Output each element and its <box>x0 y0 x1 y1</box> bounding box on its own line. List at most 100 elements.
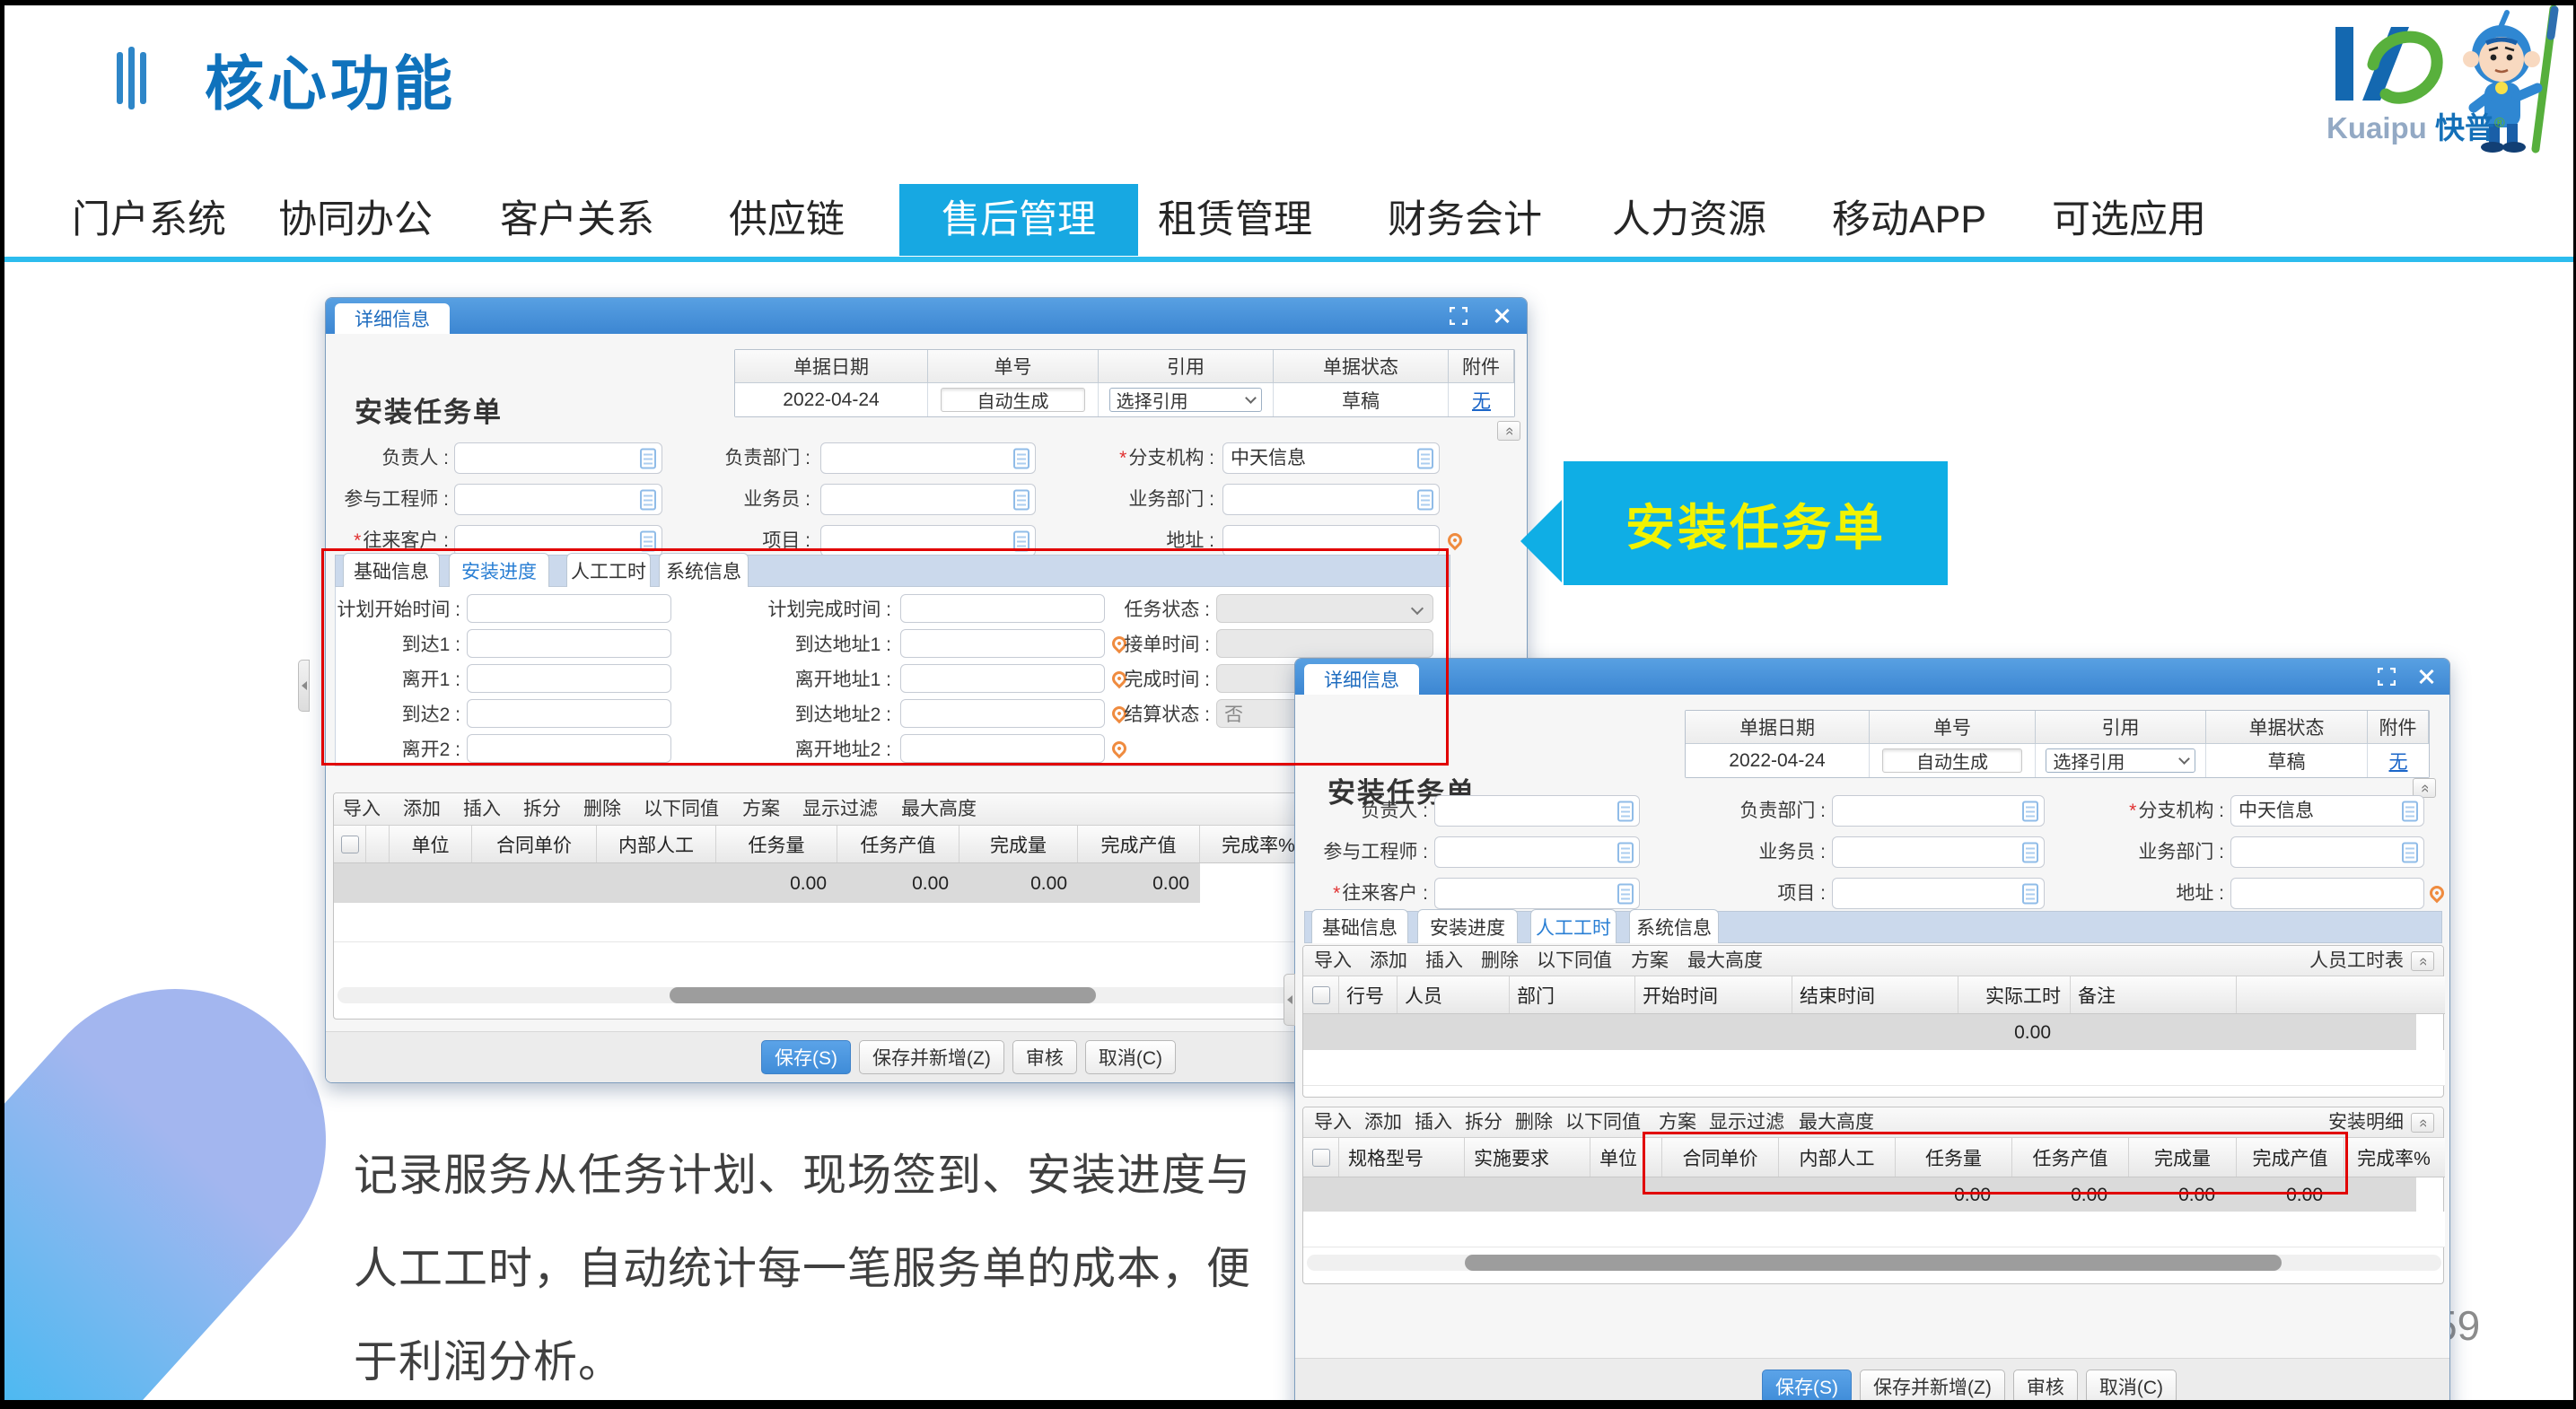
sales-dept-input[interactable] <box>1222 484 1440 515</box>
nav-item-office[interactable]: 协同办公 <box>278 184 433 256</box>
audit-button[interactable]: 审核 <box>1012 1040 1077 1074</box>
nav-item-finance[interactable]: 财务会计 <box>1388 184 1542 256</box>
toolbar-scheme[interactable]: 方案 <box>742 793 780 826</box>
nav-item-crm[interactable]: 客户关系 <box>500 184 654 256</box>
tab-system-info[interactable]: 系统信息 <box>1629 909 1719 943</box>
owner-input[interactable] <box>454 442 662 474</box>
maximize-icon[interactable] <box>2378 668 2396 686</box>
list-picker-icon[interactable] <box>2022 842 2038 862</box>
nav-item-supply[interactable]: 供应链 <box>729 184 845 256</box>
engineer-input[interactable] <box>1434 836 1640 868</box>
list-picker-icon[interactable] <box>1013 448 1030 468</box>
cite-select[interactable]: 选择引用 <box>2046 748 2195 773</box>
list-picker-icon[interactable] <box>2022 801 2038 821</box>
dialog1-side-collapse-handle[interactable] <box>298 660 310 712</box>
save-button[interactable]: 保存(S) <box>1762 1370 1852 1404</box>
toolbar-add[interactable]: 添加 <box>403 793 441 826</box>
toolbar-insert[interactable]: 插入 <box>1425 946 1463 976</box>
owner-dept-input[interactable] <box>820 442 1036 474</box>
grid-hscrollbar-thumb[interactable] <box>1465 1255 2282 1271</box>
select-all-checkbox[interactable] <box>341 836 359 853</box>
tab-base-info[interactable]: 基础信息 <box>1311 909 1408 943</box>
list-picker-icon[interactable] <box>1617 842 1634 862</box>
customer-input[interactable] <box>1434 878 1640 909</box>
save-and-new-button[interactable]: 保存并新增(Z) <box>1860 1370 2005 1404</box>
close-icon[interactable] <box>1493 307 1511 325</box>
list-picker-icon[interactable] <box>1417 448 1433 468</box>
doc-number-input[interactable]: 自动生成 <box>1882 748 2022 773</box>
toolbar-same-below[interactable]: 以下同值 <box>1565 1107 1641 1138</box>
list-picker-icon[interactable] <box>640 489 656 510</box>
location-pin-icon[interactable] <box>2427 883 2448 904</box>
doc-number-input[interactable]: 自动生成 <box>941 388 1085 412</box>
list-picker-icon[interactable] <box>1617 801 1634 821</box>
cancel-button[interactable]: 取消(C) <box>1085 1040 1176 1074</box>
list-picker-icon[interactable] <box>1617 883 1634 904</box>
toolbar-delete[interactable]: 删除 <box>1515 1107 1553 1138</box>
toolbar-max-height[interactable]: 最大高度 <box>1687 946 1763 976</box>
grid-row-selected[interactable] <box>1303 1014 2416 1050</box>
nav-item-optional[interactable]: 可选应用 <box>2052 184 2206 256</box>
save-button[interactable]: 保存(S) <box>761 1040 851 1074</box>
list-picker-icon[interactable] <box>1013 489 1030 510</box>
salesman-input[interactable] <box>1832 836 2045 868</box>
sales-dept-input[interactable] <box>2230 836 2424 868</box>
owner-input[interactable] <box>1434 795 1640 827</box>
list-picker-icon[interactable] <box>2402 801 2418 821</box>
nav-item-portal[interactable]: 门户系统 <box>72 184 226 256</box>
nav-item-lease[interactable]: 租赁管理 <box>1158 184 1312 256</box>
salesman-input[interactable] <box>820 484 1036 515</box>
toolbar-filter[interactable]: 显示过滤 <box>802 793 878 826</box>
collapse-grid-button[interactable]: » <box>2411 951 2434 971</box>
col-cite: 引用 <box>1099 350 1274 383</box>
collapse-header-button[interactable]: » <box>1497 421 1520 441</box>
address-input[interactable] <box>2230 878 2424 909</box>
toolbar-import[interactable]: 导入 <box>343 793 381 826</box>
branch-input[interactable]: 中天信息 <box>1222 442 1440 474</box>
close-icon[interactable] <box>2417 668 2435 686</box>
col-attachment: 附件 <box>2368 711 2429 744</box>
nav-item-hr[interactable]: 人力资源 <box>1612 184 1766 256</box>
owner-dept-input[interactable] <box>1832 795 2045 827</box>
toolbar-import[interactable]: 导入 <box>1314 946 1352 976</box>
maximize-icon[interactable] <box>1450 307 1468 325</box>
select-all-checkbox[interactable] <box>1312 1149 1330 1167</box>
branch-input[interactable]: 中天信息 <box>2230 795 2424 827</box>
toolbar-split[interactable]: 拆分 <box>523 793 561 826</box>
toolbar-add[interactable]: 添加 <box>1364 1107 1402 1138</box>
nav-item-aftersales-active[interactable]: 售后管理 <box>899 184 1138 256</box>
project-input[interactable] <box>1832 878 2045 909</box>
toolbar-import[interactable]: 导入 <box>1314 1107 1352 1138</box>
list-picker-icon[interactable] <box>2402 842 2418 862</box>
toolbar-add[interactable]: 添加 <box>1370 946 1407 976</box>
list-picker-icon[interactable] <box>1417 489 1433 510</box>
collapse-grid-button[interactable]: » <box>2411 1113 2434 1133</box>
grid-hscrollbar-thumb[interactable] <box>670 987 1096 1003</box>
toolbar-delete[interactable]: 删除 <box>1481 946 1519 976</box>
location-pin-icon[interactable] <box>1445 530 1466 551</box>
toolbar-delete[interactable]: 删除 <box>583 793 621 826</box>
attachment-link[interactable]: 无 <box>1472 387 1491 414</box>
toolbar-split[interactable]: 拆分 <box>1465 1107 1503 1138</box>
tab-install-progress[interactable]: 安装进度 <box>1417 909 1518 943</box>
audit-button[interactable]: 审核 <box>2013 1370 2078 1404</box>
dialog2-side-collapse-handle[interactable] <box>1284 974 1295 1026</box>
attachment-link[interactable]: 无 <box>2389 748 2408 775</box>
toolbar-insert[interactable]: 插入 <box>1415 1107 1452 1138</box>
toolbar-same-below[interactable]: 以下同值 <box>644 793 719 826</box>
toolbar-insert[interactable]: 插入 <box>463 793 501 826</box>
nav-item-mobile[interactable]: 移动APP <box>1832 184 1986 256</box>
cite-select[interactable]: 选择引用 <box>1109 388 1263 412</box>
select-all-checkbox[interactable] <box>1312 986 1330 1004</box>
toolbar-same-below[interactable]: 以下同值 <box>1537 946 1612 976</box>
tab-labor-hours[interactable]: 人工工时 <box>1530 909 1617 943</box>
toolbar-max-height[interactable]: 最大高度 <box>901 793 977 826</box>
list-picker-icon[interactable] <box>640 448 656 468</box>
cancel-button[interactable]: 取消(C) <box>2086 1370 2177 1404</box>
dialog1-tab-detail-info[interactable]: 详细信息 <box>335 303 450 334</box>
owner-dept-label: 负责部门 : <box>658 442 810 475</box>
save-and-new-button[interactable]: 保存并新增(Z) <box>859 1040 1004 1074</box>
engineer-input[interactable] <box>454 484 662 515</box>
toolbar-scheme[interactable]: 方案 <box>1631 946 1669 976</box>
list-picker-icon[interactable] <box>2022 883 2038 904</box>
